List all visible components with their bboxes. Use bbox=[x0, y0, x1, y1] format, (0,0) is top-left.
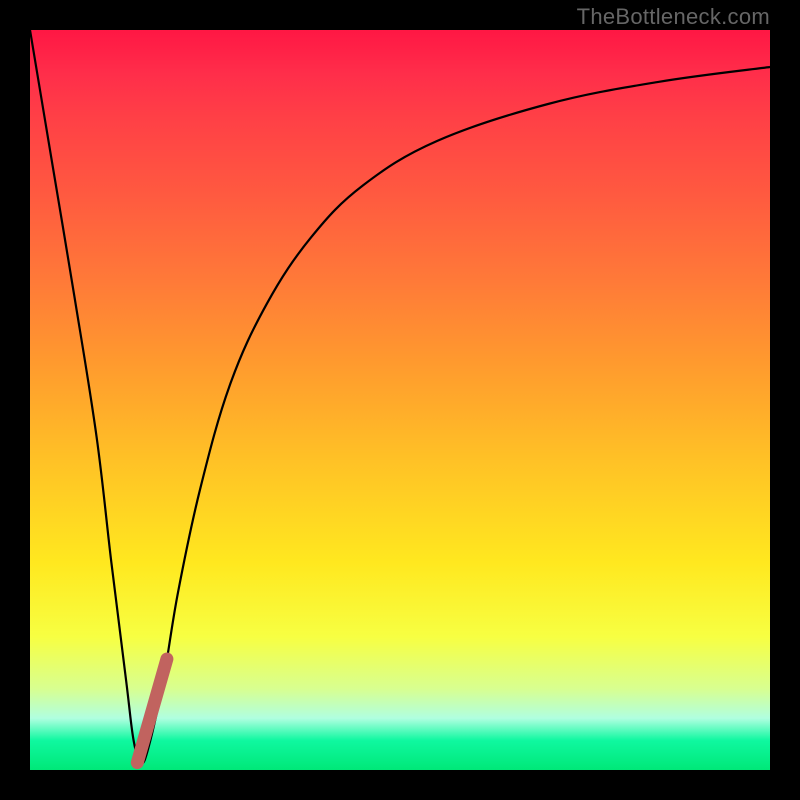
plot-area bbox=[30, 30, 770, 770]
highlight-segment bbox=[137, 659, 167, 763]
attribution-text: TheBottleneck.com bbox=[577, 4, 770, 30]
bottleneck-curve bbox=[30, 30, 770, 763]
chart-frame: TheBottleneck.com bbox=[0, 0, 800, 800]
curve-svg bbox=[30, 30, 770, 770]
